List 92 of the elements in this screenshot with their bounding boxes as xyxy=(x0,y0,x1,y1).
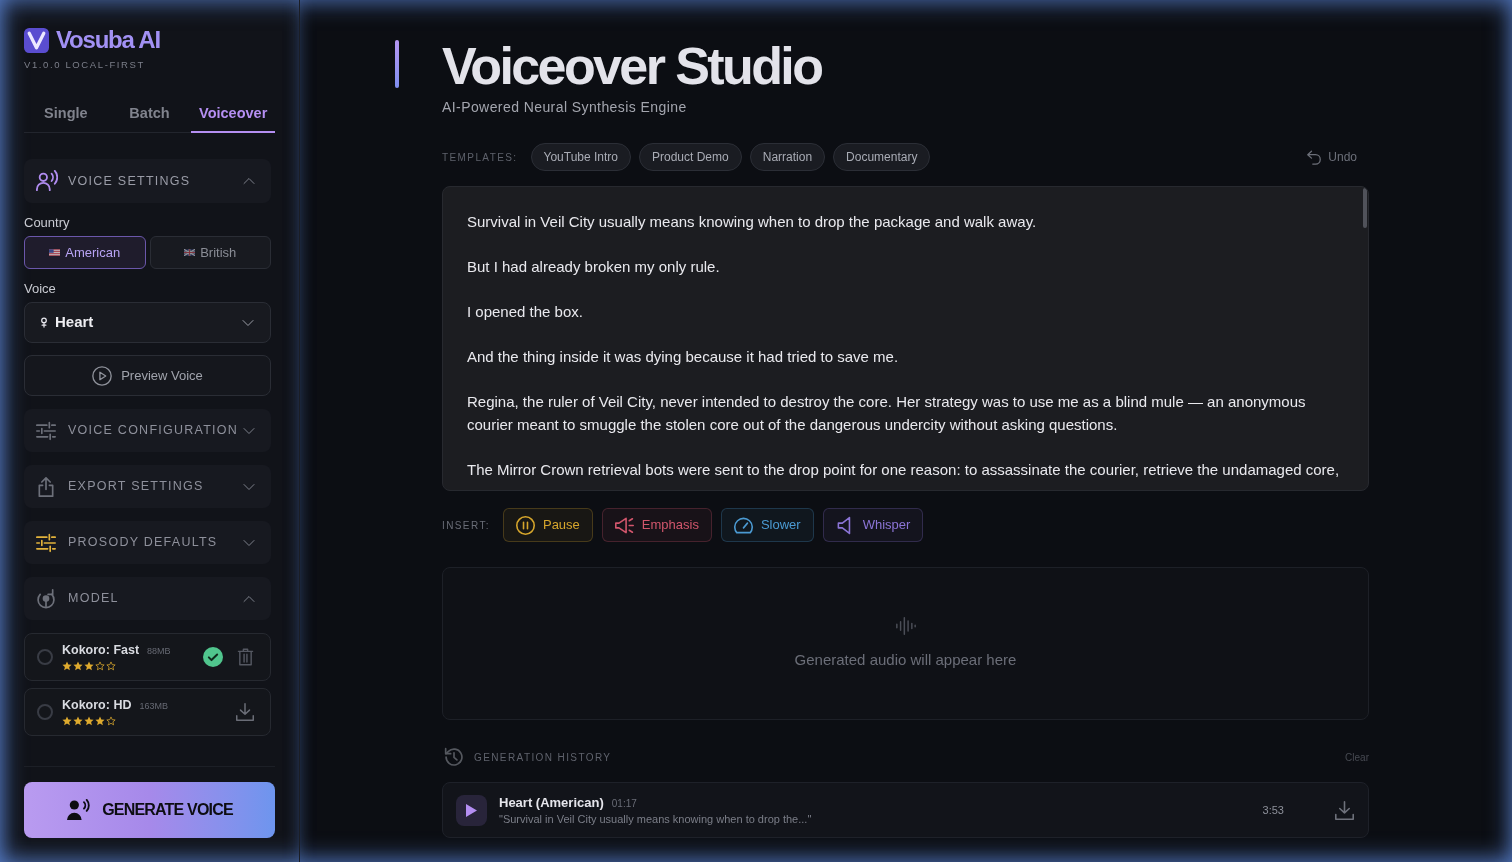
insert-tag-button[interactable]: Whisper xyxy=(822,508,924,542)
history-item[interactable]: Heart (American) 01:17 "Survival in Veil City usually means knowing when to drop the..." 3:53 xyxy=(442,782,1369,838)
us-flag-icon xyxy=(49,249,61,256)
radio-button[interactable] xyxy=(37,649,53,665)
history-title: GENERATION HISTORY xyxy=(474,750,612,765)
model-size: 88MB xyxy=(147,645,171,658)
country-option[interactable]: British xyxy=(149,236,271,269)
script-editor[interactable] xyxy=(442,186,1369,491)
section-header[interactable]: MODEL xyxy=(24,577,271,620)
field-label: Voice xyxy=(24,281,57,297)
chevron-down-icon xyxy=(243,538,255,547)
chevron-up-icon xyxy=(243,594,255,603)
play-icon xyxy=(466,803,477,817)
country-option[interactable]: American xyxy=(24,236,146,269)
share-icon xyxy=(36,476,56,497)
template-chip[interactable]: Product Demo xyxy=(639,143,742,171)
play-button[interactable] xyxy=(456,794,487,826)
tab[interactable]: Voiceover xyxy=(191,97,275,133)
field-label: Country xyxy=(24,215,71,231)
script-paragraph: But I had already broken my only rule. xyxy=(467,257,721,277)
script-paragraph: The Mirror Crown retrieval bots were sent to the drop point for one reason: to assassinate the courier, retrieve the undamaged core, xyxy=(467,460,1341,480)
play-circle-icon xyxy=(92,365,113,386)
history-time: 01:17 xyxy=(611,797,637,811)
template-chip[interactable]: Narration xyxy=(749,143,826,171)
section-header[interactable]: EXPORT SETTINGS xyxy=(24,465,271,508)
megaphone-icon xyxy=(614,515,634,535)
pause-icon xyxy=(515,515,535,535)
generate-voice-button[interactable]: GENERATE VOICE xyxy=(24,782,275,838)
star-icon xyxy=(62,661,72,671)
page-subtitle: AI-Powered Neural Synthesis Engine xyxy=(442,98,688,117)
logo-icon xyxy=(24,27,49,53)
script-paragraph: Survival in Veil City usually means knowing when to drop the package and walk away. xyxy=(467,212,1038,232)
app-name: Vosuba AI xyxy=(56,28,160,52)
star-icon xyxy=(62,716,72,726)
scrollbar-thumb[interactable] xyxy=(1363,188,1367,228)
download-icon[interactable] xyxy=(236,703,254,721)
gauge-icon xyxy=(733,515,753,535)
star-outline-icon xyxy=(106,716,116,726)
person-speaking-icon xyxy=(36,170,58,192)
female-symbol-icon xyxy=(39,316,49,329)
insert-label: INSERT: xyxy=(442,518,490,533)
history-voice: Heart (American) xyxy=(499,794,604,811)
page-title: Voiceover Studio xyxy=(442,40,822,92)
templates-label: TEMPLATES: xyxy=(442,150,518,165)
download-icon[interactable] xyxy=(1335,800,1354,820)
history-icon xyxy=(444,747,464,767)
undo-button[interactable]: Undo xyxy=(1306,148,1357,166)
undo-icon xyxy=(1306,149,1323,165)
section-header[interactable]: VOICE SETTINGS xyxy=(24,159,271,203)
script-paragraph: Regina, the ruler of Veil City, never intended to destroy the core. Her strategy was to use me as a blind mule — an anonymous courier meant to smuggle the stolen core out of the dangerous undercity without asking questions. xyxy=(467,392,1307,435)
model-size: 163MB xyxy=(139,700,168,713)
history-duration: 3:53 xyxy=(1262,802,1284,818)
script-paragraph: I opened the box. xyxy=(467,302,584,322)
voice-select[interactable]: Heart xyxy=(24,302,271,343)
chevron-up-icon xyxy=(243,177,255,185)
accent-bar xyxy=(395,40,399,88)
empty-state-message: Generated audio will appear here xyxy=(794,649,1017,670)
star-icon xyxy=(73,661,83,671)
sliders-icon xyxy=(36,420,56,441)
section-header[interactable]: VOICE CONFIGURATION xyxy=(24,409,271,452)
waveform-icon xyxy=(895,615,916,636)
insert-tag-button[interactable]: Emphasis xyxy=(601,508,712,542)
person-speaking-icon xyxy=(66,799,91,821)
history-excerpt: "Survival in Veil City usually means knowing when to drop the..." xyxy=(499,812,812,826)
star-icon xyxy=(73,716,83,726)
model-name: Kokoro: Fast xyxy=(62,643,140,658)
model-option[interactable]: Kokoro: Fast 88MB xyxy=(24,633,271,681)
preview-voice-button[interactable]: Preview Voice xyxy=(24,355,271,396)
rotate-pin-icon xyxy=(36,588,56,609)
star-icon xyxy=(95,716,105,726)
trash-icon[interactable] xyxy=(237,648,254,666)
template-chip[interactable]: Documentary xyxy=(833,143,931,171)
sliders-icon xyxy=(36,532,56,553)
star-outline-icon xyxy=(95,661,105,671)
script-paragraph: And the thing inside it was dying because it had tried to save me. xyxy=(467,347,900,367)
model-name: Kokoro: HD xyxy=(62,698,132,713)
chevron-down-icon xyxy=(242,318,254,327)
chevron-down-icon xyxy=(243,482,255,491)
insert-tag-button[interactable]: Pause xyxy=(502,508,593,542)
template-chip[interactable]: YouTube Intro xyxy=(530,143,631,171)
radio-button[interactable] xyxy=(37,704,53,720)
model-option[interactable]: Kokoro: HD 163MB xyxy=(24,688,271,736)
chevron-down-icon xyxy=(243,426,255,435)
section-header[interactable]: PROSODY DEFAULTS xyxy=(24,521,271,564)
uk-flag-icon xyxy=(184,249,196,256)
tab[interactable]: Single xyxy=(24,97,108,133)
star-icon xyxy=(84,716,94,726)
star-icon xyxy=(84,661,94,671)
app-version: V1.0.0 LOCAL-FIRST xyxy=(24,60,146,70)
insert-tag-button[interactable]: Slower xyxy=(720,508,814,542)
star-outline-icon xyxy=(106,661,116,671)
tab[interactable]: Batch xyxy=(107,97,192,133)
